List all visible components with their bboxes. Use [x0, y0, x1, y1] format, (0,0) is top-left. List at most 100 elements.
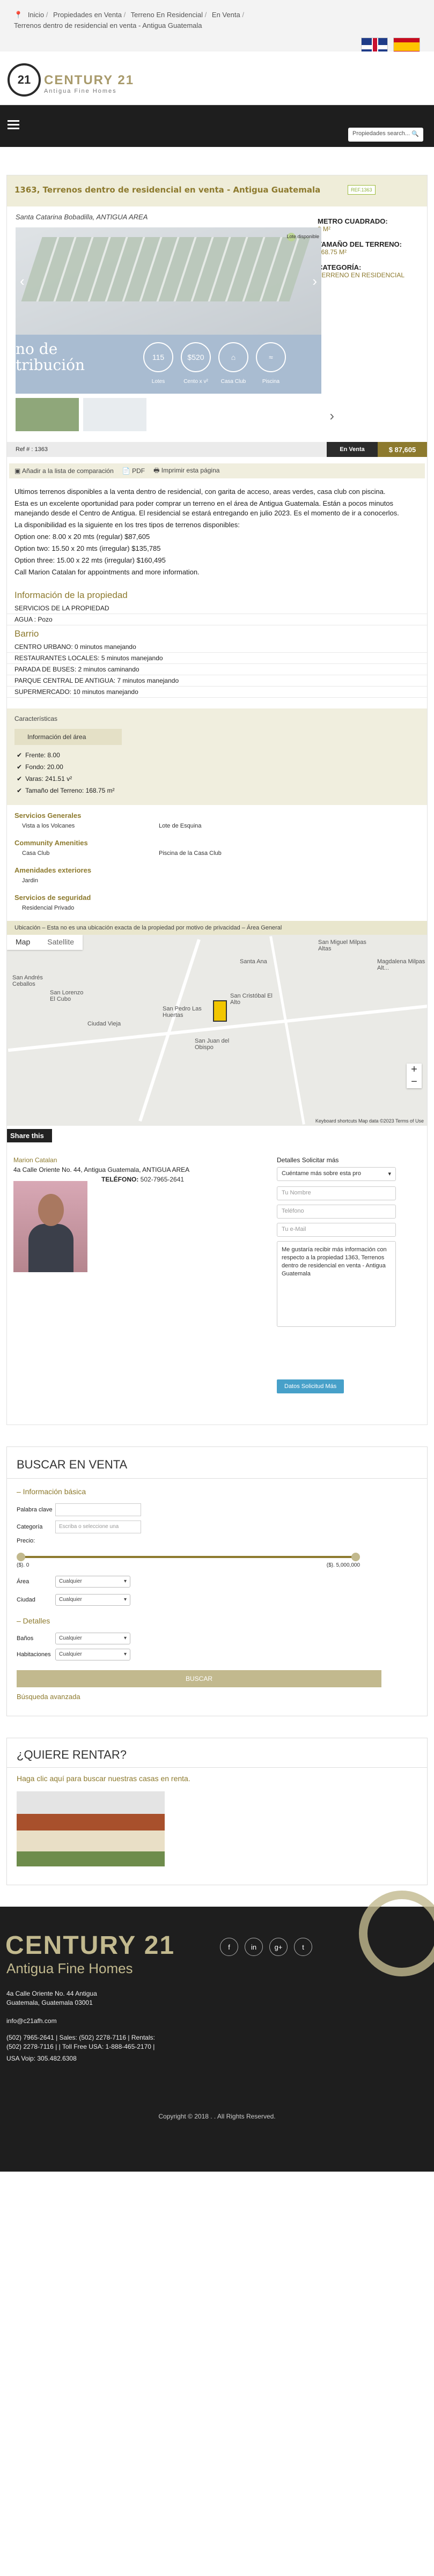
- area-info-tab[interactable]: Información del área: [14, 729, 122, 745]
- sale-search-widget: BUSCAR EN VENTA – Información básica Pal…: [6, 1446, 428, 1716]
- city-label: Ciudad: [17, 1597, 35, 1603]
- price-slider[interactable]: [17, 1553, 360, 1561]
- keyword-label: Palabra clave: [17, 1507, 53, 1513]
- share-button[interactable]: Share this: [7, 1129, 52, 1142]
- description-paragraph: Ultimos terrenos disponibles a la venta …: [14, 488, 386, 496]
- amenity-label: Cento x v²: [183, 379, 208, 385]
- message-field[interactable]: Me gustaría recibir más información con …: [277, 1241, 396, 1327]
- rent-link[interactable]: Haga clic aquí para buscar nuestras casa…: [7, 1768, 427, 1789]
- submit-request-button[interactable]: Datos Solicitud Más: [277, 1379, 344, 1393]
- map-marker-icon[interactable]: [213, 1000, 227, 1022]
- agent-phone: TELÉFONO: 502-7965-2641: [101, 1176, 184, 1183]
- map-note: Ubicación – Esta no es una ubicación exa…: [7, 921, 427, 935]
- name-field[interactable]: Tu Nombre: [277, 1186, 396, 1200]
- map-tab[interactable]: Map: [7, 935, 39, 950]
- category-input[interactable]: Escriba o seleccione una: [55, 1520, 141, 1533]
- agent-name[interactable]: Marion Catalan: [13, 1156, 189, 1164]
- barrio-value: 2 minutos caminando: [78, 666, 139, 673]
- next-photo-icon[interactable]: ›: [312, 273, 317, 290]
- zoom-out-button[interactable]: −: [407, 1076, 422, 1088]
- keyword-input[interactable]: [55, 1503, 141, 1516]
- details-toggle[interactable]: – Detalles: [7, 1608, 427, 1630]
- description-paragraph: Option one: 8.00 x 20 mts (regular) $87,…: [14, 533, 150, 541]
- basic-info-toggle[interactable]: – Información básica: [7, 1479, 427, 1501]
- satellite-tab[interactable]: Satellite: [39, 935, 83, 950]
- barrio-value: 10 minutos manejando: [73, 688, 138, 696]
- twitter-icon[interactable]: t: [294, 1938, 312, 1956]
- linkedin-icon[interactable]: in: [245, 1938, 263, 1956]
- breadcrumb-current: Terrenos dentro de residencial en venta …: [14, 21, 202, 29]
- address-line: 4a Calle Oriente No. 44 Antigua: [6, 1990, 97, 1997]
- breadcrumb-en-venta[interactable]: En Venta: [212, 11, 240, 19]
- print-link[interactable]: 🖶 Imprimir esta página: [153, 466, 219, 477]
- phone-value[interactable]: 502-7965-2641: [141, 1176, 184, 1183]
- search-placeholder: Propiedades search...: [352, 130, 410, 137]
- chevron-down-icon: ▾: [388, 1171, 391, 1177]
- breadcrumb-propiedades[interactable]: Propiedades en Venta: [53, 11, 122, 19]
- social-links: f in g+ t: [220, 1938, 312, 1956]
- breadcrumb-separator: /: [242, 11, 244, 19]
- keyword-row: Palabra clave: [7, 1501, 427, 1518]
- area-select[interactable]: Cualquier ▾: [55, 1576, 130, 1588]
- rooms-value: Cualquier: [59, 1651, 82, 1657]
- breadcrumb-separator: /: [123, 11, 126, 19]
- menu-icon[interactable]: [8, 120, 19, 131]
- zoom-in-button[interactable]: +: [407, 1064, 422, 1076]
- advanced-search-link[interactable]: Búsqueda avanzada: [7, 1691, 427, 1703]
- footer-email[interactable]: info@c21afh.com: [6, 2017, 57, 2025]
- slider-min-handle[interactable]: [17, 1553, 25, 1561]
- search-title: BUSCAR EN VENTA: [7, 1447, 427, 1479]
- baths-select[interactable]: Cualquier ▾: [55, 1633, 130, 1644]
- category-label: Categoría: [17, 1524, 43, 1530]
- facebook-icon[interactable]: f: [220, 1938, 238, 1956]
- barrio-row: PARQUE CENTRAL DE ANTIGUA: 7 minutos man…: [7, 675, 427, 687]
- map-type-tabs: Map Satellite: [7, 935, 83, 950]
- area-label: Área: [17, 1578, 30, 1585]
- barrio-row: PARADA DE BUSES: 2 minutos caminando: [7, 664, 427, 675]
- map-zoom-control: + −: [407, 1064, 422, 1088]
- property-header: 1363, Terrenos dentro de residencial en …: [7, 175, 427, 206]
- status-badge: En Venta: [327, 442, 378, 457]
- thumbnail[interactable]: [16, 398, 79, 431]
- compare-link[interactable]: ▣ Añadir a la lista de comparación: [14, 467, 114, 475]
- group-item: Residencial Privado: [22, 905, 75, 911]
- breadcrumb-inicio[interactable]: Inicio: [28, 11, 44, 19]
- next-thumbnails-icon[interactable]: ›: [329, 408, 334, 424]
- brand-text[interactable]: CENTURY 21 Antigua Fine Homes: [44, 73, 134, 94]
- metric: TAMAÑO DEL TERRENO: 168.75 M²: [318, 240, 420, 256]
- ref-bar: Ref # : 1363 En Venta $ 87,605: [7, 442, 427, 457]
- rent-image[interactable]: [17, 1791, 165, 1866]
- search-input[interactable]: Propiedades search... 🔍: [348, 128, 423, 142]
- info-label: AGUA :: [14, 616, 36, 623]
- address-line: Guatemala, Guatemala 03001: [6, 1999, 93, 2006]
- c21-seal-logo: [359, 1891, 434, 1976]
- email-field[interactable]: Tu e-Mail: [277, 1223, 396, 1237]
- amenity-label: Casa Club: [220, 379, 246, 385]
- footer-logo[interactable]: CENTURY 21: [5, 1931, 175, 1960]
- century21-logo[interactable]: 21: [8, 63, 41, 97]
- metric-label: METRO CUADRADO:: [318, 217, 388, 225]
- city-row: Ciudad Cualquier ▾: [7, 1590, 427, 1608]
- map[interactable]: Map Satellite San Andrés Ceballos San Lo…: [7, 935, 427, 1126]
- city-select[interactable]: Cualquier ▾: [55, 1594, 130, 1606]
- search-icon[interactable]: 🔍: [411, 130, 419, 139]
- characteristics-heading: Características: [14, 715, 58, 722]
- description-paragraph: La disponibilidad es la siguiente en los…: [14, 521, 240, 529]
- thumbnail[interactable]: [83, 398, 146, 431]
- footer-usa-voip: USA Voip: 305.482.6308: [6, 2055, 77, 2062]
- phone-field[interactable]: Teléfono: [277, 1205, 396, 1219]
- inquiry-select[interactable]: Cuéntame más sobre esta pro ▾: [277, 1167, 396, 1181]
- group-item: Piscina de la Casa Club: [159, 850, 222, 857]
- group-items: Vista a los Volcanes Lote de Esquina: [7, 823, 427, 832]
- search-button[interactable]: BUSCAR: [17, 1670, 381, 1687]
- map-attribution[interactable]: Keyboard shortcuts Map data ©2023 Terms …: [315, 1118, 424, 1124]
- agent-photo[interactable]: [13, 1181, 87, 1272]
- rooms-select[interactable]: Cualquier ▾: [55, 1649, 130, 1660]
- prev-photo-icon[interactable]: ‹: [20, 273, 25, 290]
- slider-max-handle[interactable]: [351, 1553, 360, 1561]
- pdf-link[interactable]: 📄 PDF: [122, 467, 145, 475]
- google-plus-icon[interactable]: g+: [269, 1938, 288, 1956]
- breadcrumb-terreno[interactable]: Terreno En Residencial: [131, 11, 203, 19]
- slider-track: [21, 1556, 356, 1558]
- property-photo[interactable]: Lote disponible ‹ ›: [16, 227, 321, 335]
